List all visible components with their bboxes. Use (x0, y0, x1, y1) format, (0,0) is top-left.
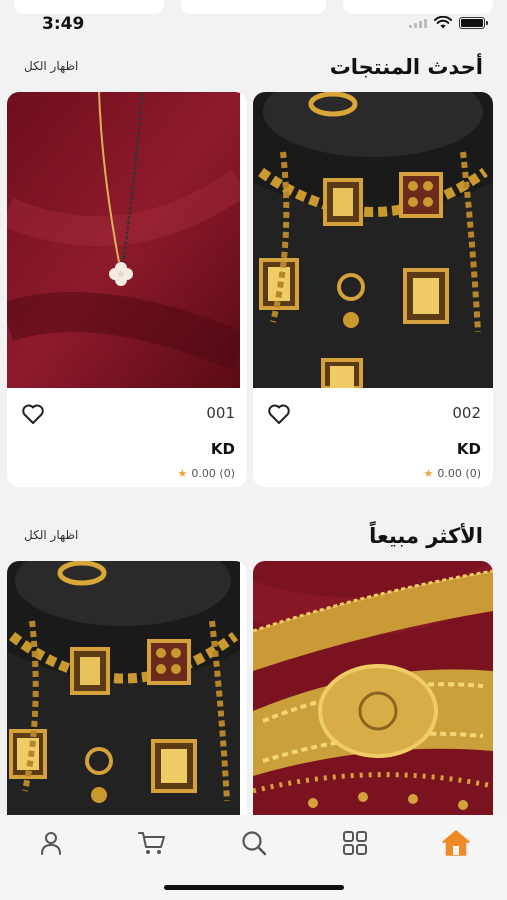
product-image[interactable] (253, 561, 493, 815)
signal-icon (409, 18, 427, 28)
status-icons (409, 16, 488, 29)
top-card-edge (343, 0, 493, 14)
star-icon: ★ (423, 467, 434, 480)
wifi-icon (434, 16, 452, 29)
section-title: الأكثر مبيعاً (369, 524, 483, 548)
product-image[interactable] (7, 561, 240, 815)
heart-icon[interactable] (267, 403, 291, 429)
battery-icon (459, 16, 488, 29)
product-image[interactable] (253, 92, 493, 388)
cart-icon[interactable] (134, 827, 170, 859)
product-card[interactable] (7, 561, 247, 815)
bestseller-section-header: الأكثر مبيعاً اظهار الكل (0, 524, 507, 556)
star-icon: ★ (177, 467, 188, 480)
product-price: KD (456, 440, 481, 458)
product-code: 001 (206, 404, 235, 422)
heart-icon[interactable] (21, 403, 45, 429)
product-card[interactable] (253, 561, 493, 815)
product-code: 002 (452, 404, 481, 422)
status-time: 3:49 (42, 14, 85, 34)
profile-icon[interactable] (33, 827, 69, 859)
product-card[interactable]: 001 KD ★ 0.00 (0) (7, 92, 247, 487)
rating-text: 0.00 (0) (191, 467, 235, 480)
section-title: أحدث المنتجات (329, 55, 483, 79)
top-card-edge (14, 0, 164, 14)
show-all-link[interactable]: اظهار الكل (24, 59, 78, 73)
search-icon[interactable] (236, 827, 272, 859)
product-rating: ★ 0.00 (0) (178, 467, 235, 480)
product-image[interactable] (7, 92, 247, 388)
product-rating: ★ 0.00 (0) (424, 467, 481, 480)
grid-icon[interactable] (337, 827, 373, 859)
product-card[interactable]: 002 KD ★ 0.00 (0) (253, 92, 493, 487)
home-indicator (164, 885, 344, 890)
show-all-link[interactable]: اظهار الكل (24, 528, 78, 542)
status-bar: 3:49 (0, 0, 507, 44)
latest-section-header: أحدث المنتجات اظهار الكل (0, 55, 507, 87)
product-price: KD (210, 440, 235, 458)
rating-text: 0.00 (0) (437, 467, 481, 480)
home-icon[interactable] (438, 827, 474, 859)
top-card-edge (181, 0, 326, 14)
